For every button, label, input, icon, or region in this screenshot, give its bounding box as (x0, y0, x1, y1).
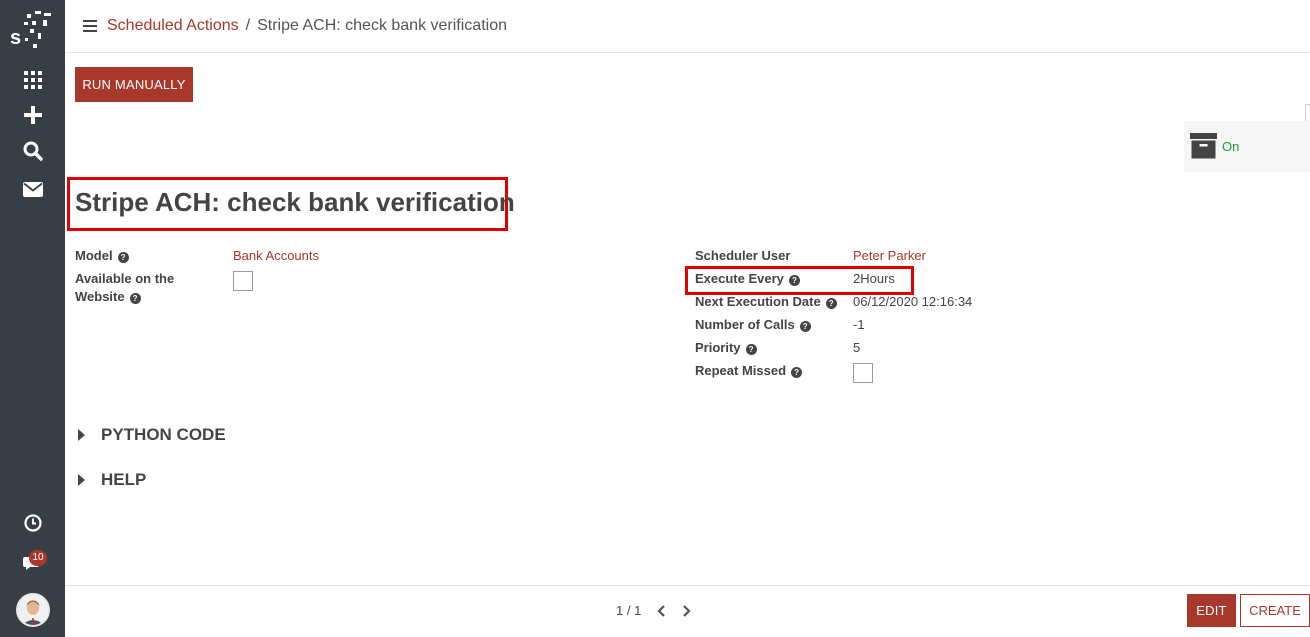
help-icon[interactable]: ? (799, 321, 811, 332)
scheduler-user-value-link[interactable]: Peter Parker (853, 247, 926, 265)
python-code-section-label: PYTHON CODE (101, 425, 226, 444)
execute-every-label-text: Execute Every (695, 271, 784, 286)
record-title: Stripe ACH: check bank verification (75, 187, 515, 217)
priority-value: 5 (853, 340, 861, 355)
archive-box-icon (1190, 133, 1217, 159)
top-bar: Scheduled Actions / Stripe ACH: check bank… (65, 0, 1310, 53)
model-value-link[interactable]: Bank Accounts (233, 247, 319, 265)
clock-icon[interactable] (18, 508, 48, 538)
website-label-text: Website (75, 289, 125, 304)
model-label: Model? (75, 247, 129, 265)
number-of-calls-value: -1 (853, 317, 865, 332)
breadcrumb-current: Stripe ACH: check bank verification (257, 17, 507, 34)
active-toggle-button[interactable]: On (1184, 121, 1310, 172)
chevron-right-icon[interactable] (681, 604, 693, 618)
repeat-missed-checkbox[interactable] (853, 363, 873, 383)
execute-every-label: Execute Every? (695, 270, 800, 288)
envelope-icon[interactable] (18, 174, 48, 204)
execute-every-value: 2Hours (853, 271, 895, 286)
website-label-line2: Website? (75, 288, 141, 306)
priority-label-text: Priority (695, 340, 741, 355)
help-icon[interactable]: ? (129, 293, 141, 304)
plus-icon[interactable] (18, 100, 48, 130)
breadcrumb-parent[interactable]: Scheduled Actions (107, 17, 239, 34)
model-label-text: Model (75, 248, 113, 263)
help-icon[interactable]: ? (791, 367, 803, 378)
next-execution-value: 06/12/2020 12:16:34 (853, 294, 973, 309)
caret-right-icon (78, 429, 85, 441)
scheduler-user-label: Scheduler User (695, 248, 791, 263)
edit-button[interactable]: EDIT (1187, 594, 1236, 627)
help-section-label: HELP (101, 470, 147, 489)
active-status-label: On (1222, 139, 1240, 154)
pager-value[interactable]: 1 / 1 (616, 603, 641, 618)
run-manually-button[interactable]: RUN MANUALLY (75, 67, 193, 102)
bottom-bar: 1 / 1 (65, 585, 1310, 637)
help-icon[interactable]: ? (745, 344, 757, 355)
help-icon[interactable]: ? (788, 275, 800, 286)
help-icon[interactable]: ? (825, 298, 837, 309)
odoo-logo-icon[interactable]: s (8, 8, 58, 52)
caret-right-icon (78, 474, 85, 486)
svg-text:s: s (10, 27, 21, 49)
repeat-missed-label: Repeat Missed? (695, 362, 803, 380)
create-button[interactable]: CREATE (1240, 594, 1310, 627)
sidebar: s 10 (0, 0, 65, 637)
website-published-checkbox[interactable] (233, 271, 253, 291)
breadcrumb: Scheduled Actions / Stripe ACH: check bank… (107, 17, 507, 35)
avatar[interactable] (16, 593, 50, 627)
priority-label: Priority? (695, 339, 757, 357)
chat-badge: 10 (29, 550, 47, 566)
repeat-missed-label-text: Repeat Missed (695, 363, 787, 378)
next-execution-label-text: Next Execution Date (695, 294, 821, 309)
search-icon[interactable] (18, 136, 48, 166)
chevron-left-icon[interactable] (655, 604, 667, 618)
help-icon[interactable]: ? (117, 252, 129, 263)
website-label-line1: Available on the (75, 271, 175, 286)
next-execution-label: Next Execution Date? (695, 293, 837, 311)
help-section-toggle[interactable]: HELP (78, 470, 146, 490)
python-code-section-toggle[interactable]: PYTHON CODE (78, 425, 226, 445)
number-of-calls-label: Number of Calls? (695, 316, 811, 334)
number-of-calls-label-text: Number of Calls (695, 317, 795, 332)
apps-grid-icon[interactable] (18, 65, 48, 95)
breadcrumb-separator: / (245, 17, 251, 34)
menu-toggle-icon[interactable] (83, 20, 97, 32)
